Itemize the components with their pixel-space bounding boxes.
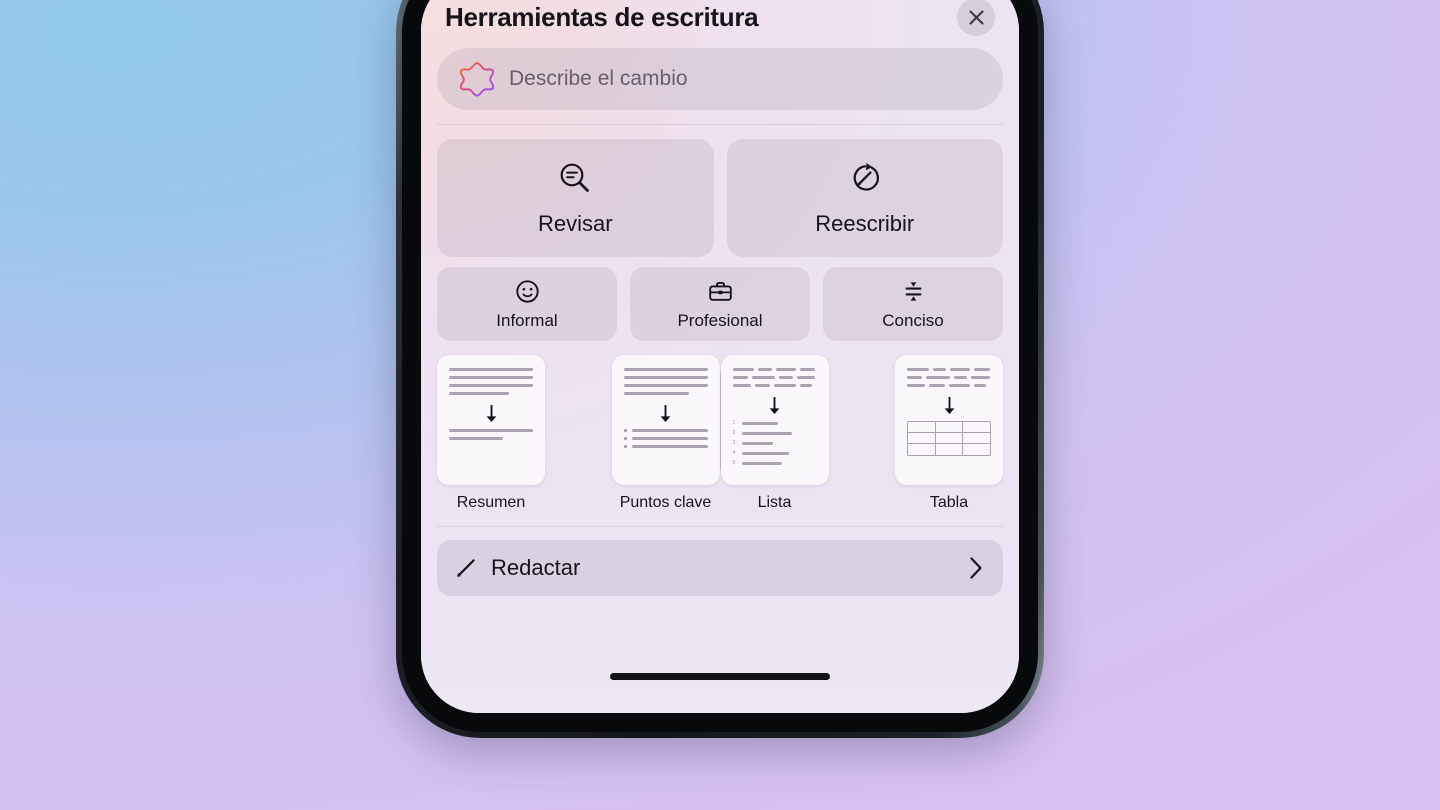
home-indicator[interactable] (610, 673, 830, 680)
resumen-label: Resumen (456, 494, 526, 511)
revisar-button[interactable]: Revisar (437, 139, 714, 257)
device-screen: Herramientas de escritura Describe el ca… (421, 0, 1019, 713)
primary-actions-row: Revisar Reescribir (435, 139, 1005, 257)
down-arrow-icon (733, 396, 817, 415)
revisar-label: Revisar (537, 211, 613, 236)
redactar-label: Redactar (491, 555, 581, 580)
table-card-icon (895, 355, 1003, 485)
pencil-icon (457, 559, 475, 577)
reescribir-label: Reescribir (815, 211, 915, 236)
list-card-icon: 1 2 3 4 5 (720, 355, 829, 485)
smiley-face-icon (515, 279, 539, 303)
briefcase-icon (708, 281, 732, 301)
transform-cards-row: Resumen Puntos clave 1 2 3 4 5 Lista Tab… (435, 355, 1005, 512)
profesional-button[interactable]: Profesional (630, 267, 810, 341)
puntos-clave-label: Puntos clave (619, 494, 712, 511)
tabla-label: Tabla (929, 494, 969, 511)
compose-divider (437, 526, 1003, 527)
lista-card[interactable]: 1 2 3 4 5 Lista (720, 355, 829, 512)
down-arrow-icon (907, 396, 991, 415)
proofread-magnifier-icon (560, 163, 590, 192)
down-arrow-icon (624, 404, 708, 423)
wallpaper-background: Herramientas de escritura Describe el ca… (0, 0, 1440, 810)
screen-content: Herramientas de escritura Describe el ca… (421, 0, 1019, 713)
iphone-device-frame: Herramientas de escritura Describe el ca… (396, 0, 1044, 738)
down-arrow-icon (449, 404, 533, 423)
page-title: Herramientas de escritura (445, 1, 759, 32)
resumen-card[interactable]: Resumen (437, 355, 545, 512)
compress-icon (905, 281, 921, 301)
lista-label: Lista (757, 494, 792, 511)
summary-card-icon (437, 355, 545, 485)
panel-header: Herramientas de escritura (435, 0, 1005, 42)
redactar-button[interactable]: Redactar (437, 540, 1003, 596)
header-divider (437, 124, 1003, 125)
close-button[interactable] (957, 0, 995, 36)
tabla-card[interactable]: Tabla (895, 355, 1003, 512)
profesional-label: Profesional (677, 310, 763, 330)
writing-tools-panel: Herramientas de escritura Describe el ca… (421, 0, 1019, 651)
reescribir-button[interactable]: Reescribir (726, 139, 1003, 257)
rewrite-circle-pencil-icon (853, 163, 879, 191)
close-icon (968, 9, 984, 25)
describe-change-input[interactable]: Describe el cambio (437, 48, 1003, 110)
puntos-clave-card[interactable]: Puntos clave (611, 355, 720, 512)
key-points-card-icon (611, 355, 720, 485)
mini-table-grid (907, 421, 991, 456)
conciso-label: Conciso (882, 310, 944, 330)
informal-button[interactable]: Informal (437, 267, 617, 341)
conciso-button[interactable]: Conciso (823, 267, 1003, 341)
tone-actions-row: Informal Profesional Conciso (435, 267, 1005, 341)
describe-change-placeholder: Describe el cambio (509, 67, 688, 90)
home-indicator-area (421, 651, 1019, 713)
panel-bottom-fill (435, 596, 1005, 651)
informal-label: Informal (496, 310, 558, 330)
apple-intelligence-icon (459, 62, 495, 97)
chevron-right-icon (970, 557, 982, 579)
